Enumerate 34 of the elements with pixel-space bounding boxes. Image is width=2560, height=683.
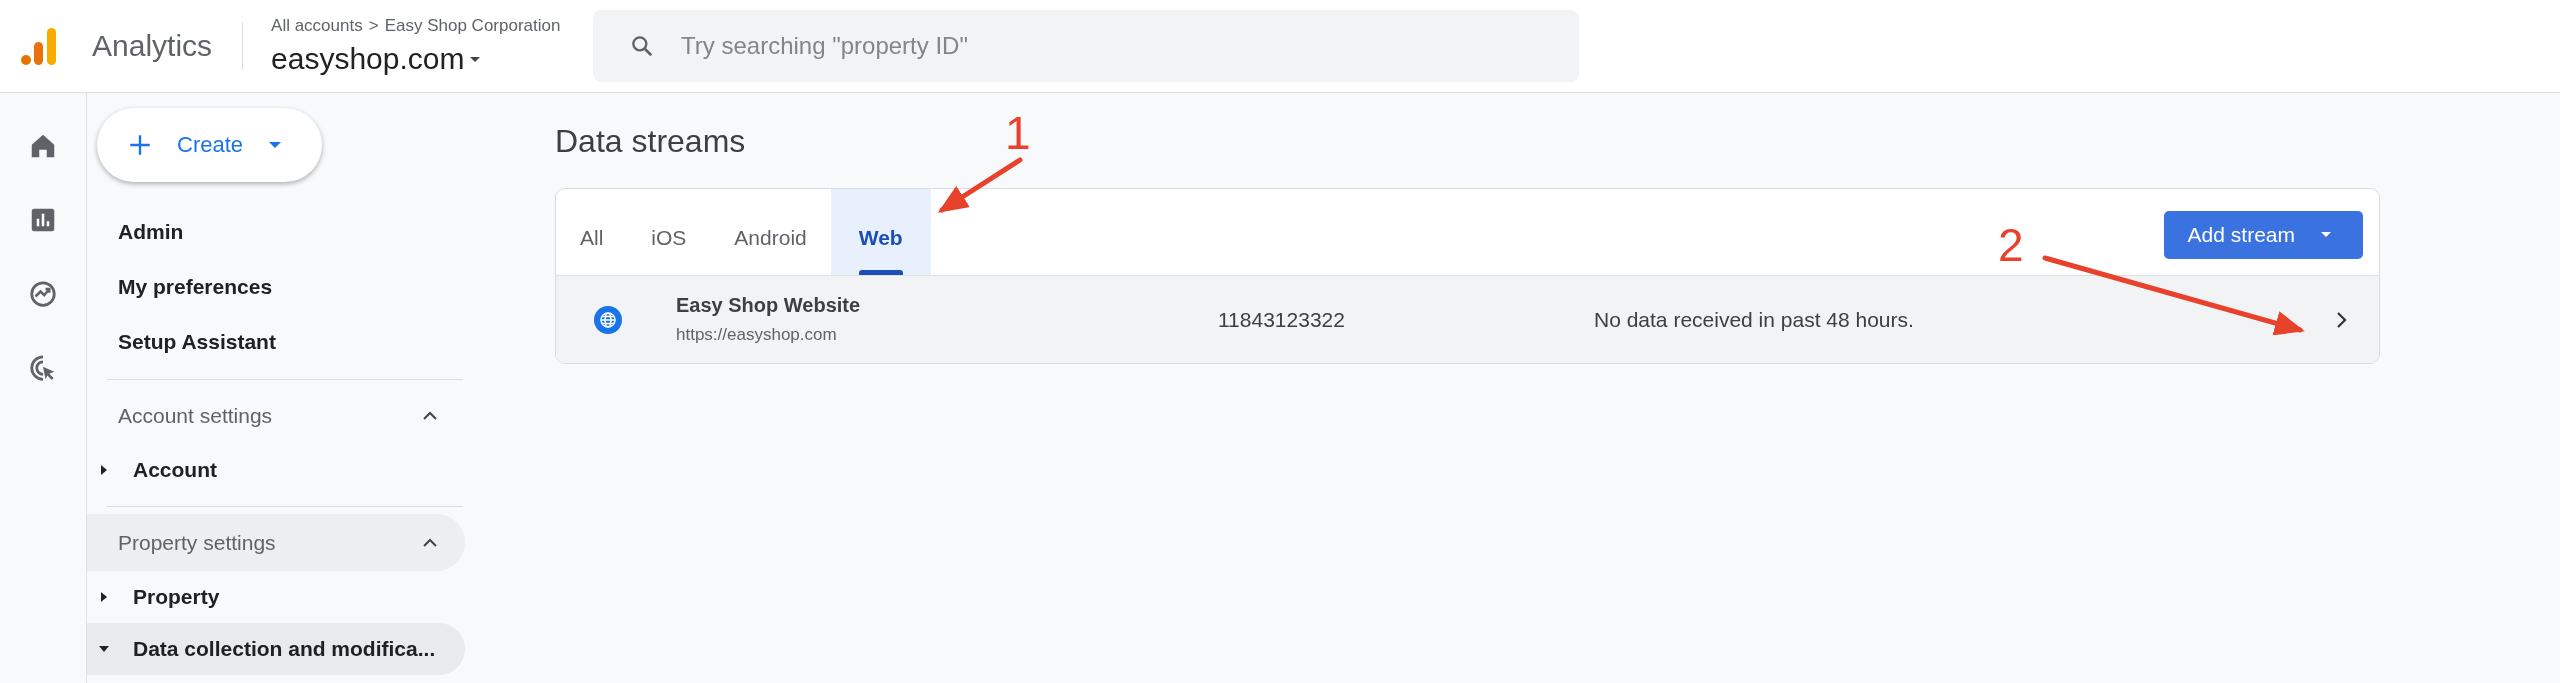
annotation-number: 1	[1005, 110, 1031, 156]
breadcrumb-separator: >	[368, 16, 379, 36]
stream-id: 11843123322	[1218, 307, 1346, 332]
tab[interactable]: Android	[710, 189, 831, 275]
stream-url: https://easyshop.com	[676, 325, 838, 345]
nav-tree-item[interactable]: Data collection and modifica...	[87, 623, 465, 675]
stream-name: Easy Shop Website	[676, 294, 862, 317]
page-title: Data streams	[555, 123, 746, 161]
search-field[interactable]: Try searching "property ID"	[593, 10, 1580, 82]
breadcrumb-link[interactable]: All accounts	[271, 16, 363, 36]
create-button[interactable]: Create	[97, 108, 322, 182]
caret-icon	[267, 140, 284, 150]
add-stream-button[interactable]: Add stream	[2163, 211, 2363, 259]
nav-link[interactable]: Setup Assistant	[87, 314, 480, 369]
stream-status: No data received in past 48 hours.	[1594, 307, 1915, 332]
caret-icon	[468, 54, 483, 64]
nav-link[interactable]: Admin	[87, 204, 480, 259]
caret-icon	[2319, 230, 2333, 240]
annotation-number: 2	[1998, 222, 2024, 268]
product-name: Analytics	[92, 29, 213, 63]
nav-section-header[interactable]: Account settings	[87, 387, 465, 444]
tab[interactable]: iOS	[627, 189, 711, 275]
nav-link[interactable]: My preferences	[87, 259, 480, 314]
globe-icon	[594, 305, 622, 334]
nav-tree-item[interactable]: Account	[87, 444, 465, 496]
trend-chart-icon[interactable]	[28, 279, 58, 309]
tab[interactable]: Web	[830, 189, 931, 275]
nav-tree-item[interactable]: Property	[87, 571, 465, 623]
nav-section-header[interactable]: Property settings	[87, 514, 465, 571]
property-selector[interactable]: easyshop.com	[271, 42, 582, 76]
plus-icon	[127, 132, 153, 158]
stream-row[interactable]: Easy Shop Website https://easyshop.com 11843123322 No data received in past 48 hours.	[556, 275, 2379, 363]
tab[interactable]: All	[556, 189, 628, 275]
breadcrumb-link[interactable]: Easy Shop Corporation	[384, 16, 561, 36]
